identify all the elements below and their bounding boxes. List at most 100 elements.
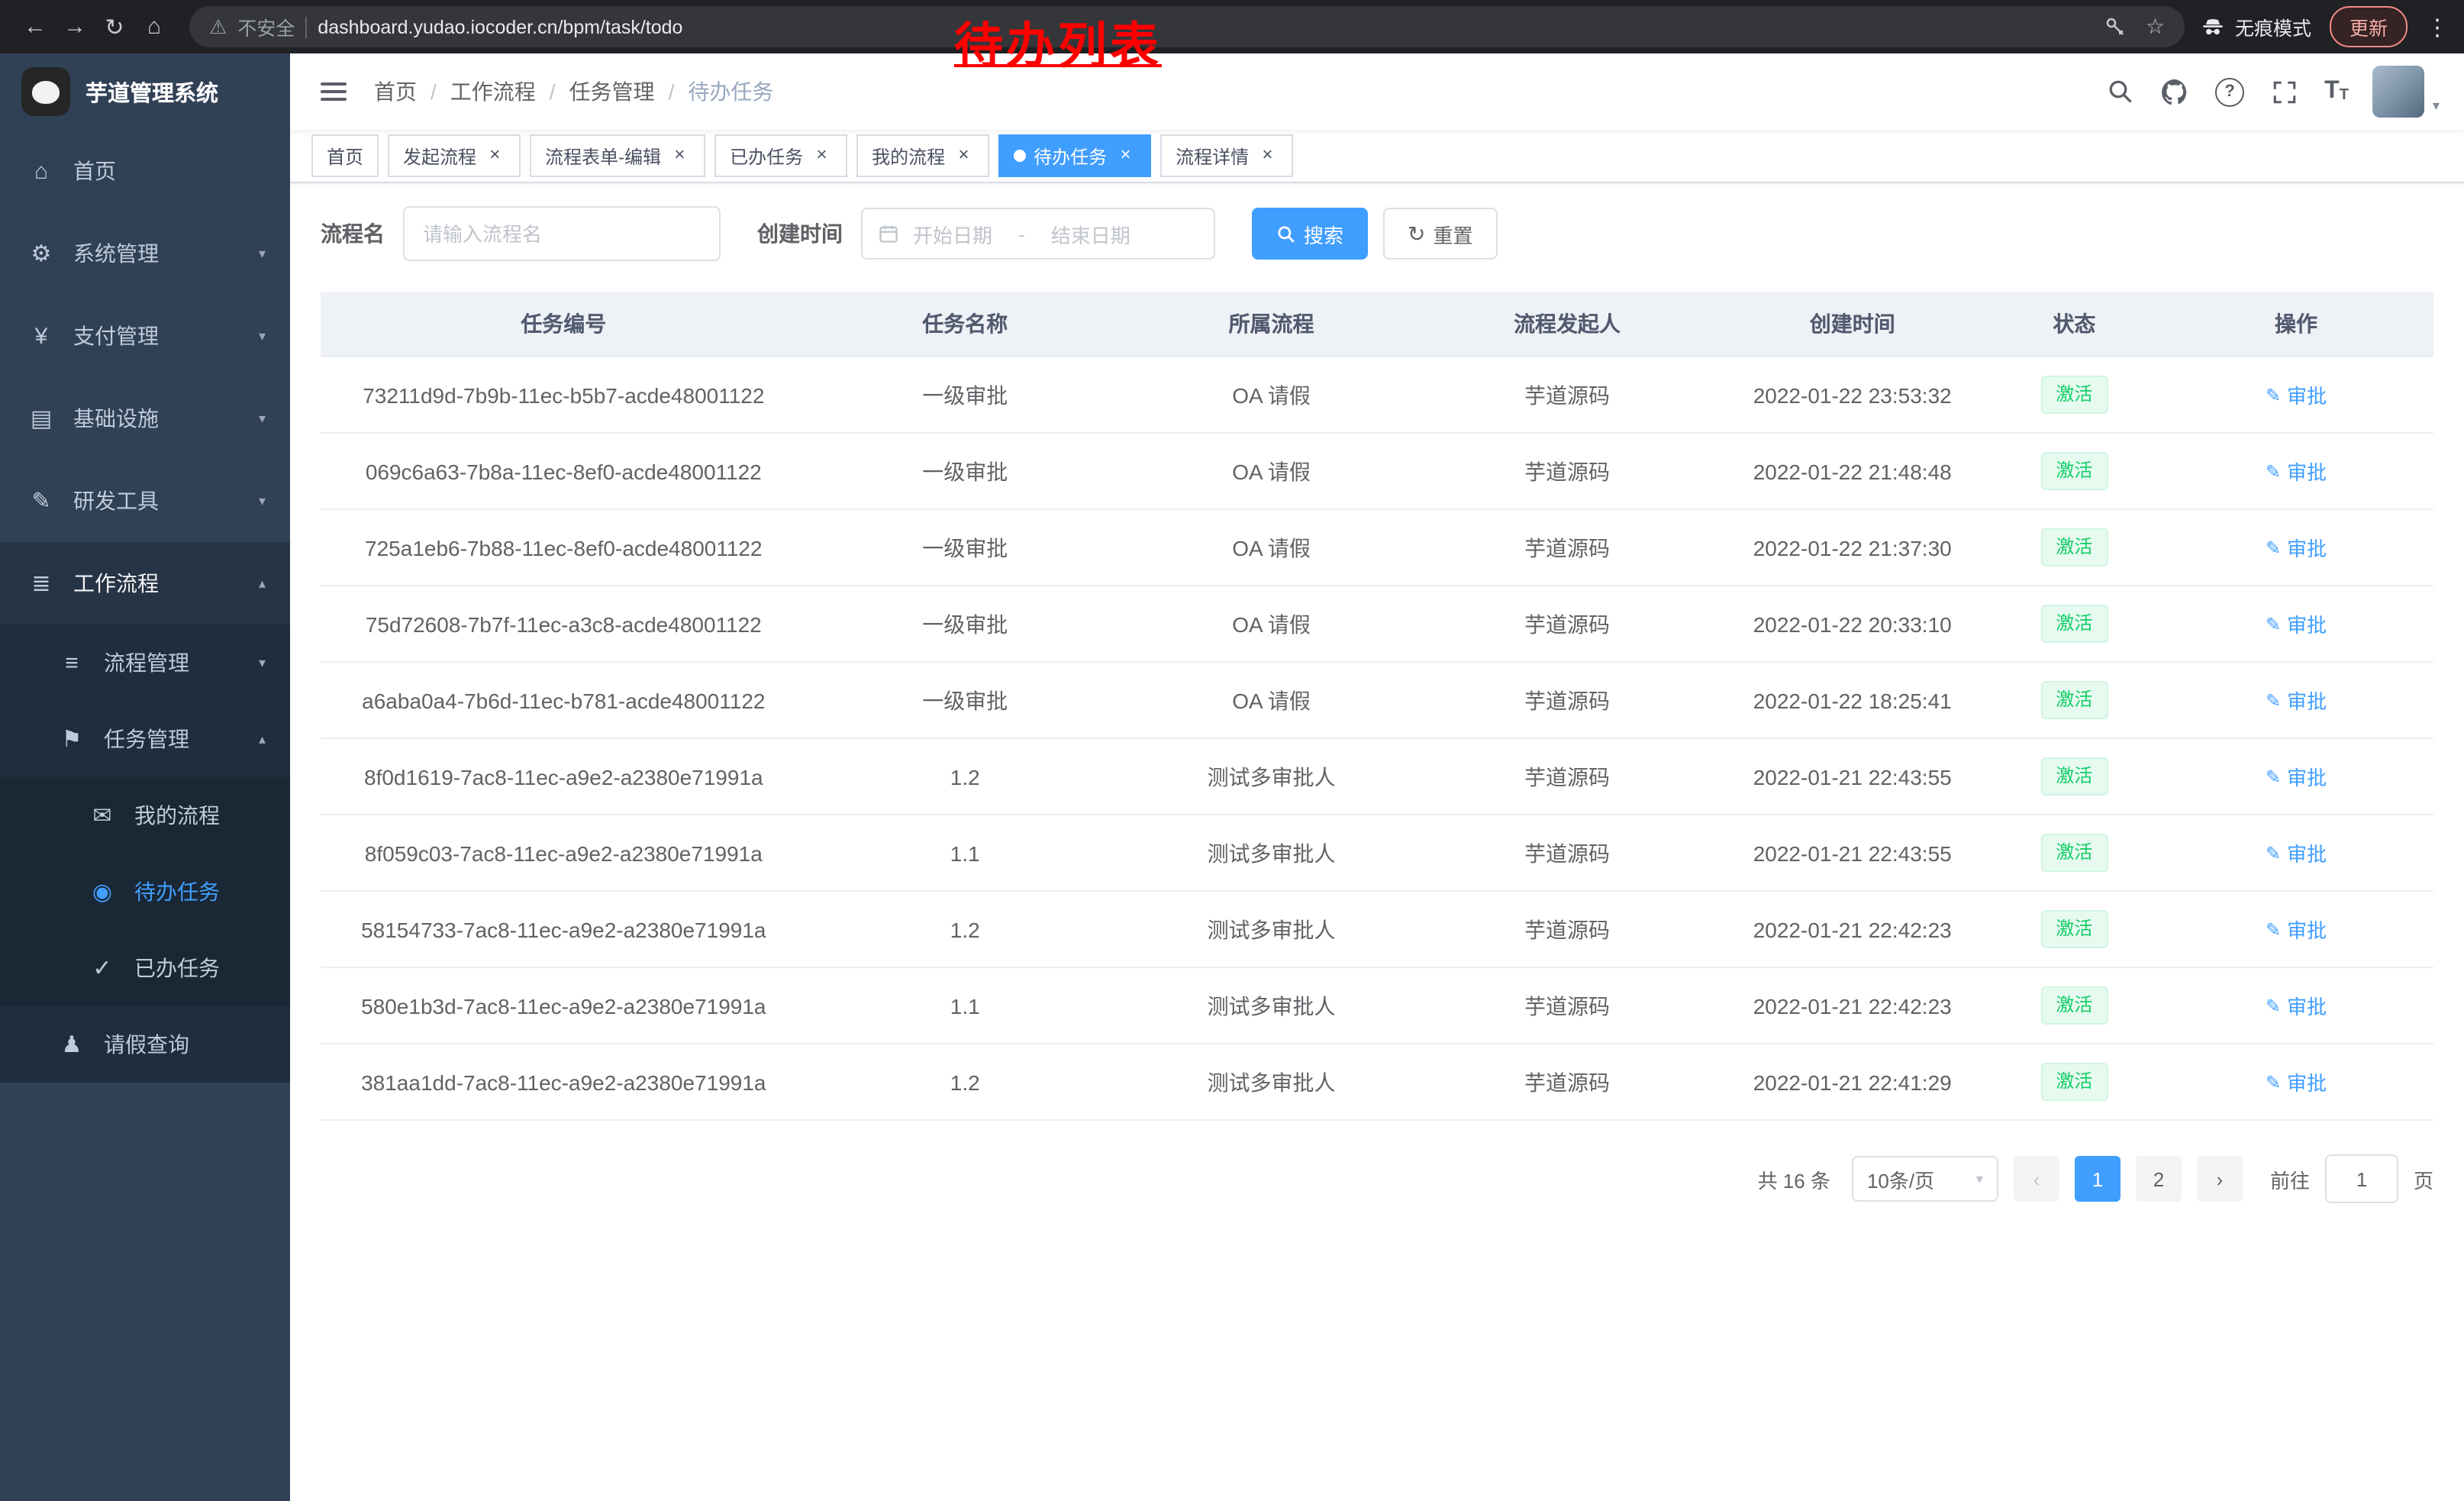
- sidebar-item-label: 工作流程: [73, 568, 159, 599]
- sidebar-item-process-management[interactable]: ≡ 流程管理 ▾: [0, 625, 290, 701]
- incognito-badge: 无痕模式: [2200, 12, 2311, 41]
- home-icon[interactable]: ⌂: [134, 14, 174, 40]
- breadcrumb-task-management[interactable]: 任务管理: [569, 76, 689, 107]
- search-icon[interactable]: [2104, 76, 2135, 107]
- view-tab[interactable]: 待办任务 ×: [998, 134, 1151, 177]
- range-separator: -: [1018, 222, 1025, 245]
- sidebar-toggle-icon[interactable]: [314, 73, 353, 110]
- incognito-label: 无痕模式: [2235, 12, 2311, 41]
- view-tab[interactable]: 首页: [311, 134, 379, 177]
- goto-label: 前往: [2270, 1164, 2310, 1193]
- page-button-1[interactable]: 1: [2075, 1156, 2121, 1202]
- cell-action: ✎ 审批: [2159, 357, 2433, 433]
- approve-link[interactable]: ✎ 审批: [2266, 686, 2327, 715]
- approve-link[interactable]: ✎ 审批: [2266, 457, 2327, 486]
- address-bar[interactable]: ⚠ 不安全 dashboard.yudao.iocoder.cn/bpm/tas…: [189, 6, 2185, 47]
- next-page-button[interactable]: ›: [2197, 1156, 2243, 1202]
- sidebar-item-home[interactable]: ⌂ 首页: [0, 130, 290, 212]
- fullscreen-icon[interactable]: [2269, 76, 2300, 107]
- approve-link[interactable]: ✎ 审批: [2266, 991, 2327, 1020]
- sidebar-item-label: 支付管理: [73, 321, 159, 351]
- cell-status: 激活: [1990, 662, 2159, 738]
- github-icon[interactable]: [2159, 76, 2190, 107]
- tab-close-icon[interactable]: ×: [484, 145, 505, 166]
- approve-link-label: 审批: [2287, 838, 2327, 867]
- sidebar-item-task-management[interactable]: ⚑ 任务管理 ▴: [0, 701, 290, 777]
- approve-link[interactable]: ✎ 审批: [2266, 838, 2327, 867]
- tab-close-icon[interactable]: ×: [669, 145, 690, 166]
- cell-initiator: 芋道源码: [1419, 433, 1715, 509]
- approve-link-label: 审批: [2287, 380, 2327, 409]
- gear-icon: ⚙: [27, 240, 55, 267]
- tab-close-icon[interactable]: ×: [811, 145, 832, 166]
- page-button-2[interactable]: 2: [2136, 1156, 2182, 1202]
- security-label: 不安全: [237, 12, 295, 41]
- approve-link[interactable]: ✎ 审批: [2266, 762, 2327, 791]
- approve-link[interactable]: ✎ 审批: [2266, 609, 2327, 638]
- workflow-submenu: ≡ 流程管理 ▾ ⚑ 任务管理 ▴ ✉ 我的流程 ◉ 待办任务: [0, 625, 290, 1083]
- chevron-down-icon: ▾: [259, 410, 266, 427]
- tab-close-icon[interactable]: ×: [953, 145, 974, 166]
- page-size-select[interactable]: 10条/页 ▾: [1852, 1156, 1998, 1202]
- sidebar-item-infrastructure[interactable]: ▤ 基础设施 ▾: [0, 377, 290, 460]
- cell-status: 激活: [1990, 509, 2159, 586]
- goto-page-input[interactable]: [2325, 1154, 2398, 1203]
- status-badge: 激活: [2040, 452, 2108, 490]
- sidebar-item-leave-query[interactable]: ♟ 请假查询: [0, 1006, 290, 1083]
- sidebar-item-system[interactable]: ⚙ 系统管理 ▾: [0, 212, 290, 295]
- view-tab[interactable]: 已办任务 ×: [714, 134, 847, 177]
- chrome-actions: 无痕模式 更新 ⋮: [2200, 6, 2449, 47]
- sidebar-item-todo-task[interactable]: ◉ 待办任务: [0, 854, 290, 930]
- tab-close-icon[interactable]: ×: [1256, 145, 1278, 166]
- sidebar-item-done-task[interactable]: ✓ 已办任务: [0, 930, 290, 1006]
- cell-task-id: 069c6a63-7b8a-11ec-8ef0-acde48001122: [321, 433, 807, 509]
- back-icon[interactable]: ←: [15, 14, 55, 40]
- date-range-picker[interactable]: 开始日期 - 结束日期: [861, 208, 1215, 260]
- sidebar-item-devtools[interactable]: ✎ 研发工具 ▾: [0, 460, 290, 542]
- logo-avatar-image: [21, 67, 70, 116]
- user-menu[interactable]: ▾: [2373, 66, 2440, 118]
- font-size-icon[interactable]: TT: [2324, 79, 2349, 104]
- cell-process: OA 请假: [1124, 433, 1420, 509]
- caret-down-icon: ▾: [1976, 1170, 1983, 1187]
- forward-icon[interactable]: →: [55, 14, 95, 40]
- view-tab[interactable]: 我的流程 ×: [856, 134, 989, 177]
- breadcrumb-workflow[interactable]: 工作流程: [450, 76, 569, 107]
- edit-icon: ✎: [2266, 613, 2281, 634]
- sidebar-item-my-process[interactable]: ✉ 我的流程: [0, 777, 290, 854]
- sidebar-item-payment[interactable]: ¥ 支付管理 ▾: [0, 295, 290, 377]
- goto-unit-label: 页: [2414, 1164, 2433, 1193]
- tab-close-icon[interactable]: ×: [1114, 145, 1136, 166]
- status-badge: 激活: [2040, 757, 2108, 796]
- approve-link[interactable]: ✎ 审批: [2266, 533, 2327, 562]
- approve-link[interactable]: ✎ 审批: [2266, 1067, 2327, 1096]
- check-icon: ✓: [89, 954, 116, 982]
- app-logo[interactable]: 芋道管理系统: [0, 53, 290, 130]
- breadcrumb-home[interactable]: 首页: [374, 76, 450, 107]
- prev-page-button[interactable]: ‹: [2014, 1156, 2059, 1202]
- bookmark-star-icon[interactable]: ☆: [2146, 14, 2165, 40]
- update-button[interactable]: 更新: [2330, 6, 2408, 47]
- sidebar-item-label: 研发工具: [73, 486, 159, 516]
- incognito-icon: [2200, 14, 2226, 40]
- cell-action: ✎ 审批: [2159, 891, 2433, 967]
- cell-initiator: 芋道源码: [1419, 738, 1715, 815]
- edit-icon: ✎: [2266, 918, 2281, 940]
- reload-icon[interactable]: ↻: [95, 13, 134, 40]
- chrome-menu-icon[interactable]: ⋮: [2426, 13, 2449, 40]
- view-tab[interactable]: 发起流程 ×: [388, 134, 521, 177]
- help-icon[interactable]: ?: [2214, 76, 2245, 107]
- cell-task-id: 8f059c03-7ac8-11ec-a9e2-a2380e71991a: [321, 815, 807, 891]
- pagination: 共 16 条 10条/页 ▾ ‹ 1 2 › 前往 页: [321, 1154, 2433, 1203]
- approve-link[interactable]: ✎ 审批: [2266, 915, 2327, 944]
- view-tab[interactable]: 流程详情 ×: [1160, 134, 1293, 177]
- password-key-icon[interactable]: [2104, 15, 2127, 38]
- search-button[interactable]: 搜索: [1252, 208, 1368, 260]
- edit-icon: ✎: [2266, 537, 2281, 558]
- reset-button[interactable]: ↻ 重置: [1383, 208, 1498, 260]
- approve-link[interactable]: ✎ 审批: [2266, 380, 2327, 409]
- process-name-input[interactable]: [403, 206, 721, 261]
- tab-label: 我的流程: [872, 143, 945, 169]
- sidebar-item-workflow[interactable]: ≣ 工作流程 ▴: [0, 542, 290, 625]
- view-tab[interactable]: 流程表单-编辑 ×: [530, 134, 705, 177]
